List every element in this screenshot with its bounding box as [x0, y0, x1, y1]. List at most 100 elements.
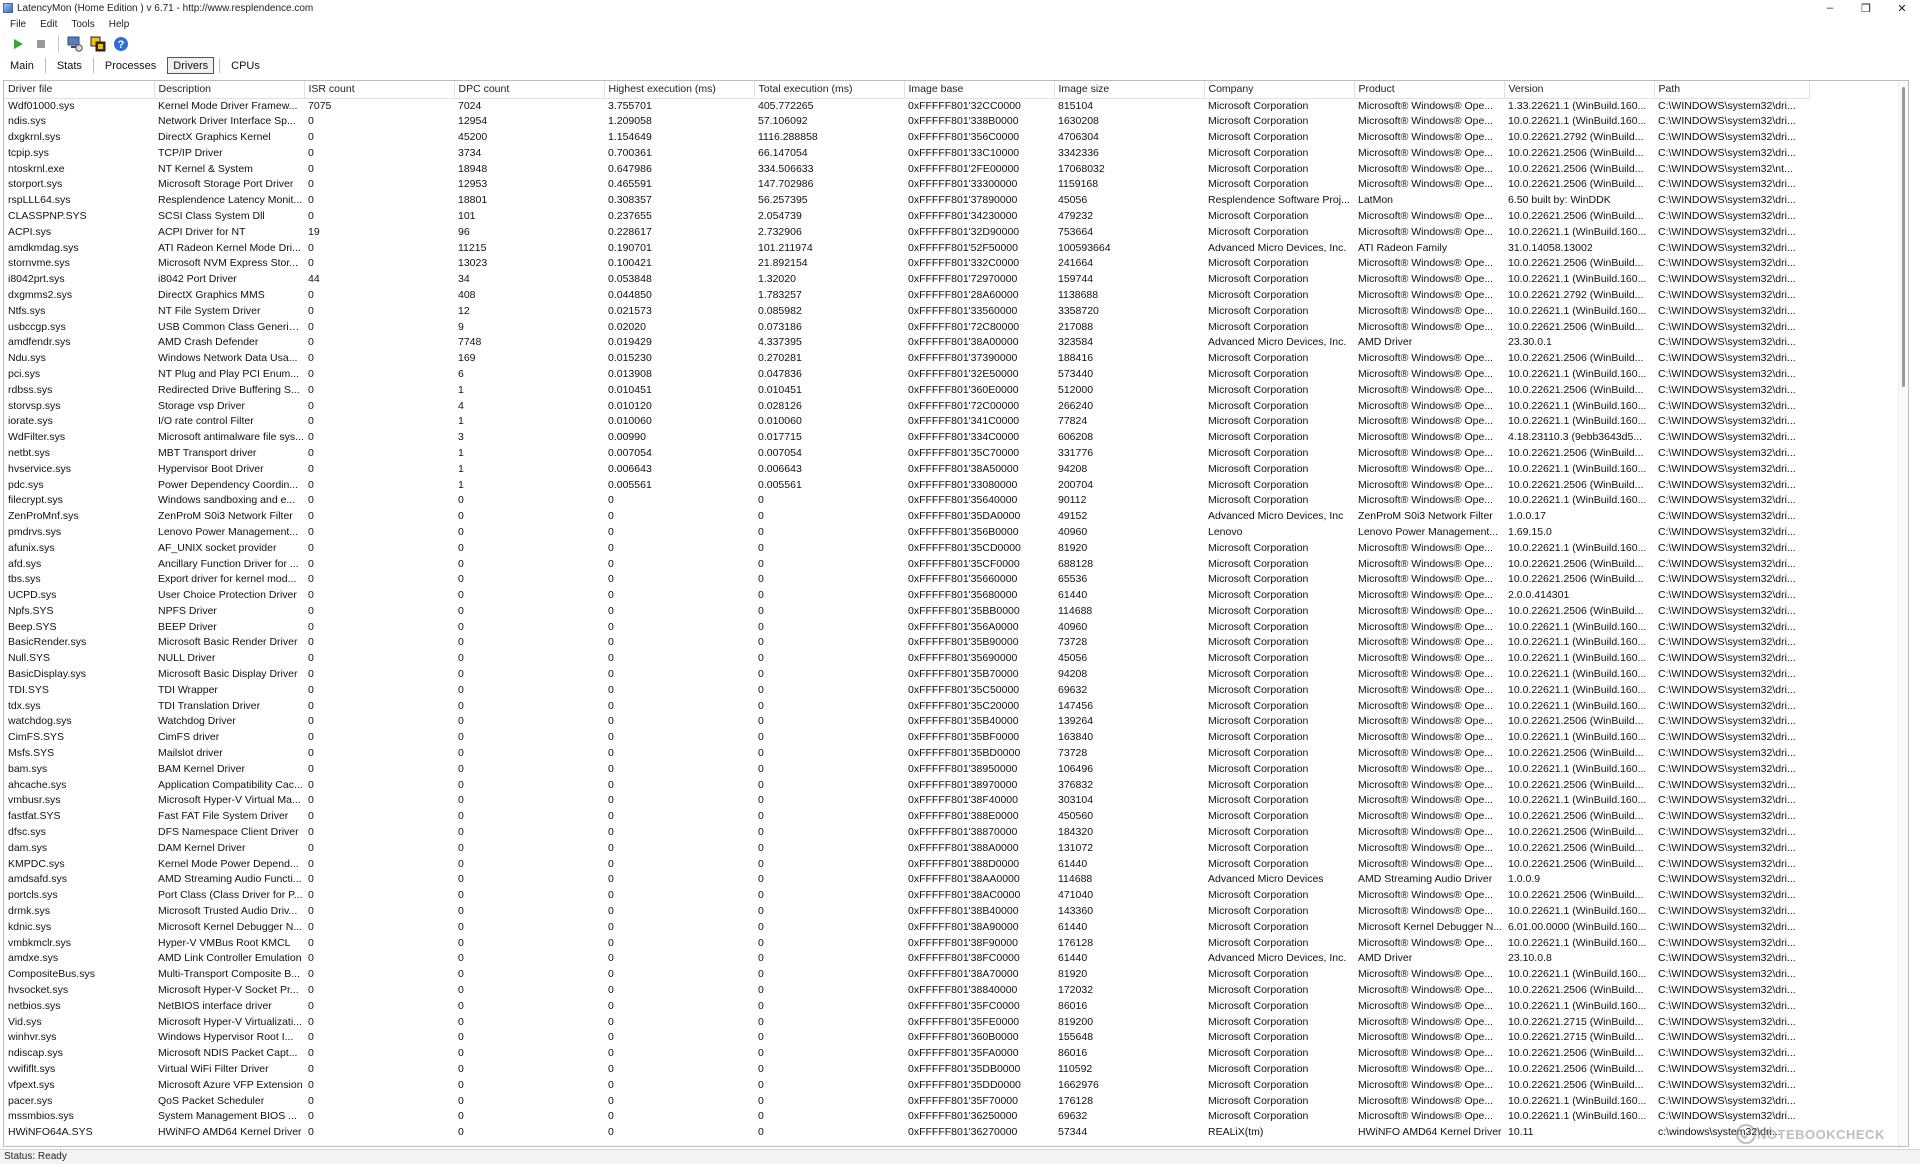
table-row[interactable]: ahcache.sys Application Compatibility Cac…	[4, 777, 1809, 793]
windows-icon[interactable]	[88, 34, 108, 54]
tab-processes[interactable]: Processes	[99, 57, 162, 74]
table-row[interactable]: storport.sys Microsoft Storage Port Drive…	[4, 177, 1809, 193]
table-row[interactable]: storvsp.sys Storage vsp Driver 0 4 0.010120 0…	[4, 398, 1809, 414]
table-row[interactable]: pci.sys NT Plug and Play PCI Enum... 0 6 0.0…	[4, 367, 1809, 383]
table-cell: rspLLL64.sys	[8, 194, 71, 207]
table-row[interactable]: dxgkrnl.sys DirectX Graphics Kernel 0 45200…	[4, 130, 1809, 146]
table-row[interactable]: Beep.SYS BEEP Driver 0 0 0 0 0xFFFFF801'356A00…	[4, 619, 1809, 635]
column-header[interactable]: Product	[1354, 81, 1505, 99]
table-row[interactable]: ACPI.sys ACPI Driver for NT 19 96 0.228617 2.…	[4, 224, 1809, 240]
table-row[interactable]: Msfs.SYS Mailslot driver 0 0 0 0 0xFFFFF801'35…	[4, 746, 1809, 762]
column-header[interactable]: Total execution (ms)	[754, 81, 905, 99]
table-row[interactable]: filecrypt.sys Windows sandboxing and e...…	[4, 493, 1809, 509]
table-row[interactable]: UCPD.sys User Choice Protection Driver 0 0 0…	[4, 588, 1809, 604]
table-row[interactable]: amdxe.sys AMD Link Controller Emulation 0 0…	[4, 951, 1809, 967]
table-row[interactable]: TDI.SYS TDI Wrapper 0 0 0 0 0xFFFFF801'35C5000…	[4, 682, 1809, 698]
table-cell: 0	[608, 715, 614, 728]
table-row[interactable]: Ndu.sys Windows Network Data Usa... 0 169 0.…	[4, 351, 1809, 367]
table-row[interactable]: tcpip.sys TCP/IP Driver 0 3734 0.700361 66.14…	[4, 145, 1809, 161]
table-row[interactable]: WdFilter.sys Microsoft antimalware file s…	[4, 430, 1809, 446]
table-row[interactable]: Null.SYS NULL Driver 0 0 0 0 0xFFFFF801'356900…	[4, 651, 1809, 667]
table-row[interactable]: rdbss.sys Redirected Drive Buffering S...…	[4, 382, 1809, 398]
play-icon[interactable]	[8, 34, 28, 54]
table-row[interactable]: drmk.sys Microsoft Trusted Audio Driv... 0…	[4, 904, 1809, 920]
tab-main[interactable]: Main	[4, 57, 40, 74]
stop-icon[interactable]	[31, 34, 51, 54]
table-row[interactable]: kdnic.sys Microsoft Kernel Debugger N... 0…	[4, 919, 1809, 935]
table-row[interactable]: CLASSPNP.SYS SCSI Class System Dll 0 101 0.2…	[4, 209, 1809, 225]
table-row[interactable]: Wdf01000.sys Kernel Mode Driver Framew...…	[4, 98, 1809, 114]
table-row[interactable]: afd.sys Ancillary Function Driver for ...…	[4, 556, 1809, 572]
table-row[interactable]: ZenProMnf.sys ZenProM S0i3 Network Filter…	[4, 509, 1809, 525]
close-button[interactable]: ✕	[1884, 0, 1920, 16]
vertical-scrollbar[interactable]	[1898, 81, 1908, 1146]
table-row[interactable]: BasicDisplay.sys Microsoft Basic Display …	[4, 667, 1809, 683]
table-row[interactable]: portcls.sys Port Class (Class Driver for …	[4, 888, 1809, 904]
computer-icon[interactable]	[65, 34, 85, 54]
table-row[interactable]: winhvr.sys Windows Hypervisor Root I... 0 0…	[4, 1030, 1809, 1046]
table-row[interactable]: CimFS.SYS CimFS driver 0 0 0 0 0xFFFFF801'35BF…	[4, 730, 1809, 746]
column-header[interactable]: Highest execution (ms)	[604, 81, 755, 99]
column-header[interactable]: ISR count	[304, 81, 455, 99]
table-row[interactable]: vmbkmclr.sys Hyper-V VMBus Root KMCL 0 0 0 0 0…	[4, 935, 1809, 951]
table-row[interactable]: ntoskrnl.exe NT Kernel & System 0 18948 0.64…	[4, 161, 1809, 177]
table-row[interactable]: ndis.sys Network Driver Interface Sp... 0 1…	[4, 114, 1809, 130]
table-row[interactable]: watchdog.sys Watchdog Driver 0 0 0 0 0xFFFFF80…	[4, 714, 1809, 730]
table-row[interactable]: netbt.sys MBT Transport driver 0 1 0.007054 0…	[4, 446, 1809, 462]
column-header[interactable]: Image size	[1054, 81, 1205, 99]
table-row[interactable]: netbios.sys NetBIOS interface driver 0 0 0 0 0…	[4, 998, 1809, 1014]
column-header[interactable]: Driver file	[4, 81, 155, 99]
table-row[interactable]: afunix.sys AF_UNIX socket provider 0 0 0 0 0xF…	[4, 540, 1809, 556]
table-cell: C:\WINDOWS\system32\dri...	[1658, 905, 1796, 918]
table-row[interactable]: vmbusr.sys Microsoft Hyper-V Virtual Ma..…	[4, 793, 1809, 809]
column-header[interactable]: Version	[1504, 81, 1655, 99]
table-row[interactable]: BasicRender.sys Microsoft Basic Render Dr…	[4, 635, 1809, 651]
table-row[interactable]: dxgmms2.sys DirectX Graphics MMS 0 408 0.044…	[4, 288, 1809, 304]
table-row[interactable]: vwififlt.sys Virtual WiFi Filter Driver 0 0…	[4, 1062, 1809, 1078]
table-row[interactable]: fastfat.SYS Fast FAT File System Driver 0 0…	[4, 809, 1809, 825]
table-row[interactable]: i8042prt.sys i8042 Port Driver 44 34 0.05384…	[4, 272, 1809, 288]
table-row[interactable]: CompositeBus.sys Multi-Transport Composit…	[4, 967, 1809, 983]
table-row[interactable]: pmdrvs.sys Lenovo Power Management... 0 0 0 0…	[4, 525, 1809, 541]
table-row[interactable]: hvservice.sys Hypervisor Boot Driver 0 1 0.0…	[4, 461, 1809, 477]
tab-stats[interactable]: Stats	[51, 57, 88, 74]
maximize-button[interactable]: ❐	[1848, 0, 1884, 16]
table-row[interactable]: hvsocket.sys Microsoft Hyper-V Socket Pr.…	[4, 983, 1809, 999]
table-row[interactable]: ndiscap.sys Microsoft NDIS Packet Capt...…	[4, 1046, 1809, 1062]
table-row[interactable]: rspLLL64.sys Resplendence Latency Monit..…	[4, 193, 1809, 209]
table-row[interactable]: vfpext.sys Microsoft Azure VFP Extension 0…	[4, 1077, 1809, 1093]
table-row[interactable]: dfsc.sys DFS Namespace Client Driver 0 0 0 0 0…	[4, 825, 1809, 841]
menu-tools[interactable]: Tools	[61, 19, 98, 30]
table-row[interactable]: mssmbios.sys System Management BIOS ... 0 0…	[4, 1109, 1809, 1125]
menu-edit[interactable]: Edit	[30, 19, 61, 30]
table-row[interactable]: Npfs.SYS NPFS Driver 0 0 0 0 0xFFFFF801'35BB00…	[4, 604, 1809, 620]
table-row[interactable]: KMPDC.sys Kernel Mode Power Depend... 0 0 0 0…	[4, 856, 1809, 872]
column-header[interactable]: Path	[1654, 81, 1810, 99]
table-row[interactable]: Ntfs.sys NT File System Driver 0 12 0.021573…	[4, 303, 1809, 319]
tab-cpus[interactable]: CPUs	[225, 57, 266, 74]
table-row[interactable]: pdc.sys Power Dependency Coordin... 0 1 0.00…	[4, 477, 1809, 493]
table-row[interactable]: bam.sys BAM Kernel Driver 0 0 0 0 0xFFFFF801'3…	[4, 761, 1809, 777]
scrollbar-thumb[interactable]	[1902, 87, 1905, 387]
table-row[interactable]: Vid.sys Microsoft Hyper-V Virtualizati...…	[4, 1014, 1809, 1030]
column-header[interactable]: Company	[1204, 81, 1355, 99]
menu-help[interactable]: Help	[99, 19, 134, 30]
menu-file[interactable]: File	[0, 19, 30, 30]
column-header[interactable]: DPC count	[454, 81, 605, 99]
table-row[interactable]: amdsafd.sys AMD Streaming Audio Functi...…	[4, 872, 1809, 888]
tab-drivers[interactable]: Drivers	[167, 57, 215, 74]
table-row[interactable]: amdkmdag.sys ATI Radeon Kernel Mode Dri..…	[4, 240, 1809, 256]
column-header[interactable]: Description	[154, 81, 305, 99]
column-header[interactable]: Image base	[904, 81, 1055, 99]
table-row[interactable]: iorate.sys I/O rate control Filter 0 1 0.010…	[4, 414, 1809, 430]
table-row[interactable]: dam.sys DAM Kernel Driver 0 0 0 0 0xFFFFF801'3…	[4, 840, 1809, 856]
table-row[interactable]: amdfendr.sys AMD Crash Defender 0 7748 0.019…	[4, 335, 1809, 351]
table-row[interactable]: tbs.sys Export driver for kernel mod... 0 0…	[4, 572, 1809, 588]
minimize-button[interactable]: –	[1812, 0, 1848, 16]
table-row[interactable]: pacer.sys QoS Packet Scheduler 0 0 0 0 0xFFFFF…	[4, 1093, 1809, 1109]
table-row[interactable]: tdx.sys TDI Translation Driver 0 0 0 0 0xFFFFF…	[4, 698, 1809, 714]
table-row[interactable]: usbccgp.sys USB Common Class Generic ... 0…	[4, 319, 1809, 335]
table-row[interactable]: stornvme.sys Microsoft NVM Express Stor..…	[4, 256, 1809, 272]
help-icon[interactable]: ?	[111, 34, 131, 54]
table-row[interactable]: HWiNFO64A.SYS HWiNFO AMD64 Kernel Driver 0…	[4, 1125, 1809, 1141]
